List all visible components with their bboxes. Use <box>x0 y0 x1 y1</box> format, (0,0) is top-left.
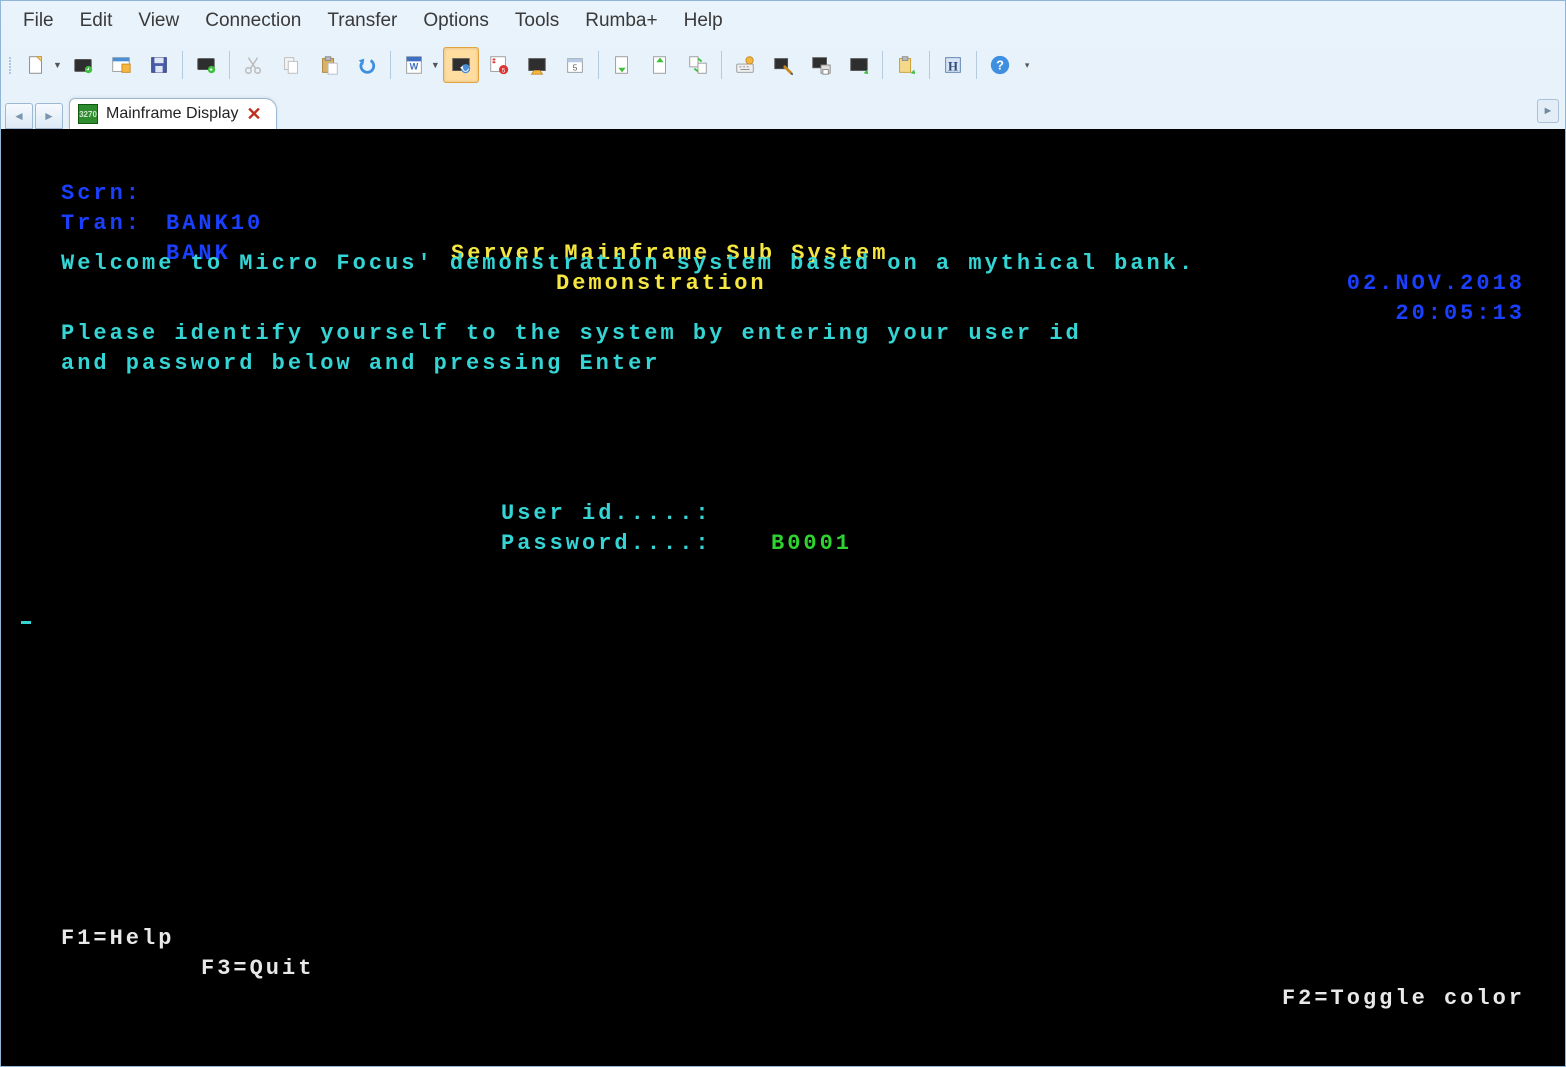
menu-edit[interactable]: Edit <box>68 7 125 35</box>
toolbar: ▼ W ▼ 5 5 <box>1 43 1565 93</box>
svg-text:W: W <box>410 62 419 72</box>
tab-title: Mainframe Display <box>106 105 238 123</box>
schedule-icon[interactable]: 5 <box>557 47 593 83</box>
menu-help[interactable]: Help <box>672 7 735 35</box>
menu-tools[interactable]: Tools <box>503 7 571 35</box>
instruction-line-1: Please identify yourself to the system b… <box>61 319 1565 349</box>
terminal-screen[interactable]: Scrn: BANK10 Server Mainframe Sub System… <box>1 131 1565 1066</box>
new-dropdown-icon[interactable]: ▼ <box>53 60 62 70</box>
tab-strip: ◄ ► 3270 Mainframe Display ✕ ► <box>1 93 1565 129</box>
menu-connection[interactable]: Connection <box>193 7 313 35</box>
open-session-icon[interactable] <box>65 47 101 83</box>
screen-designer-icon[interactable] <box>765 47 801 83</box>
capture-icon[interactable] <box>841 47 877 83</box>
file-send-icon[interactable] <box>604 47 640 83</box>
word-export-icon[interactable]: W <box>396 47 432 83</box>
macro-icon[interactable] <box>519 47 555 83</box>
svg-text:5: 5 <box>502 67 506 74</box>
tab-close-icon[interactable]: ✕ <box>246 104 261 125</box>
tab-mainframe-display[interactable]: 3270 Mainframe Display ✕ <box>69 98 277 129</box>
terminal-cursor <box>21 621 31 624</box>
word-dropdown-icon[interactable]: ▼ <box>431 60 440 70</box>
clipboard-icon[interactable] <box>888 47 924 83</box>
new-document-icon[interactable] <box>18 47 54 83</box>
help-icon[interactable]: ? <box>982 47 1018 83</box>
copy-icon[interactable] <box>273 47 309 83</box>
cut-icon[interactable] <box>235 47 271 83</box>
file-receive-icon[interactable] <box>642 47 678 83</box>
menu-file[interactable]: File <box>11 7 66 35</box>
menu-rumba[interactable]: Rumba+ <box>573 7 669 35</box>
svg-text:H: H <box>948 60 958 74</box>
record-macro-icon[interactable]: 5 <box>481 47 517 83</box>
toolbar-overflow-icon[interactable]: ▾ <box>1025 60 1030 71</box>
terminal-area[interactable]: Scrn: BANK10 Server Mainframe Sub System… <box>1 129 1565 1066</box>
recent-icon[interactable] <box>103 47 139 83</box>
menu-options[interactable]: Options <box>411 7 500 35</box>
connect-icon[interactable] <box>188 47 224 83</box>
app-window: File Edit View Connection Transfer Optio… <box>0 0 1566 1067</box>
terminal-session-icon: 3270 <box>78 104 98 124</box>
pfkey-f2: F2=Toggle color <box>1282 984 1525 1014</box>
instruction-line-2: and password below and pressing Enter <box>61 349 1565 379</box>
pfkey-f3: F3=Quit <box>201 954 314 984</box>
svg-text:?: ? <box>996 58 1004 73</box>
tab-nav-back-icon[interactable]: ◄ <box>5 103 33 129</box>
save-icon[interactable] <box>141 47 177 83</box>
menu-view[interactable]: View <box>126 7 191 35</box>
print-screen-icon[interactable] <box>803 47 839 83</box>
tran-label: Tran: <box>61 209 142 239</box>
menu-bar: File Edit View Connection Transfer Optio… <box>1 1 1565 43</box>
transfer-icon[interactable] <box>680 47 716 83</box>
undo-icon[interactable] <box>349 47 385 83</box>
paste-icon[interactable] <box>311 47 347 83</box>
tab-nav-forward-icon[interactable]: ► <box>35 103 63 129</box>
welcome-text: Welcome to Micro Focus' demonstration sy… <box>61 249 1565 279</box>
keyboard-map-icon[interactable] <box>727 47 763 83</box>
pfkey-f1: F1=Help <box>61 924 174 954</box>
run-macro-icon[interactable] <box>443 47 479 83</box>
tab-scroll-icon[interactable]: ► <box>1537 99 1559 123</box>
menu-transfer[interactable]: Transfer <box>315 7 409 35</box>
toolbar-grip[interactable] <box>7 53 13 78</box>
history-icon[interactable]: H <box>935 47 971 83</box>
password-label: Password....: <box>501 529 712 559</box>
svg-text:5: 5 <box>573 64 578 73</box>
